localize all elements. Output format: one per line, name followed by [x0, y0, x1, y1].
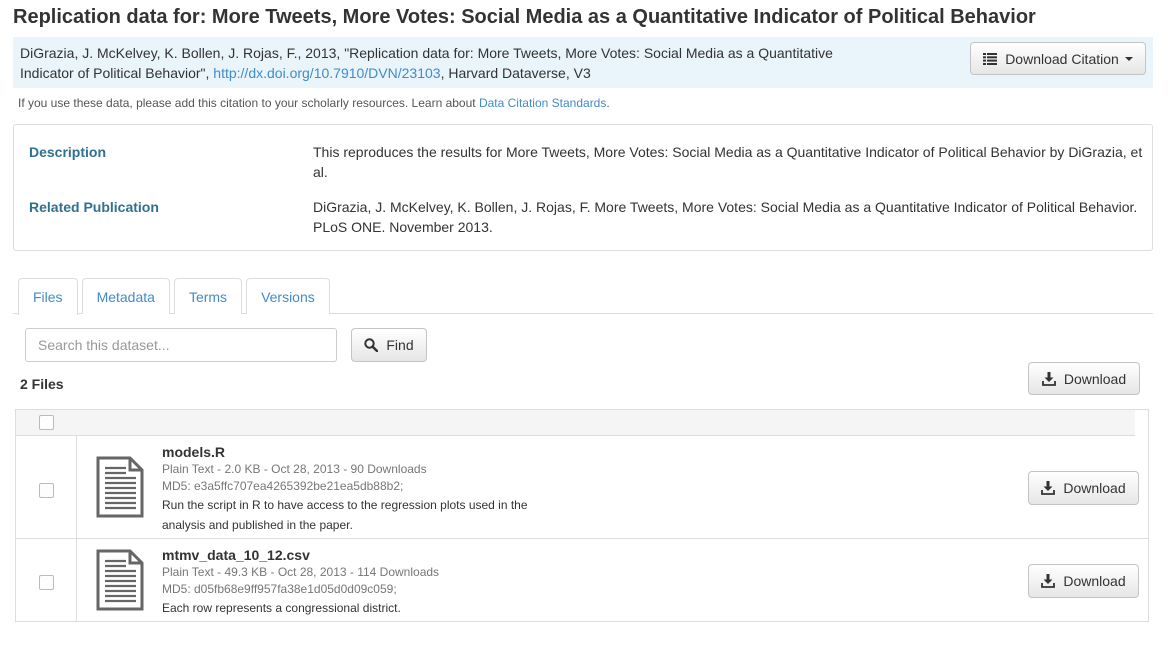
related-publication-label: Related Publication: [29, 199, 159, 215]
description-label: Description: [29, 144, 107, 160]
tab-files[interactable]: Files: [18, 278, 78, 315]
file-md5: MD5: e3a5ffc707ea4265392be21ea5db88b2;: [162, 479, 404, 493]
download-citation-label: Download Citation: [1005, 50, 1119, 67]
file-description: Run the script in R to have access to th…: [162, 498, 528, 532]
data-citation-standards-link[interactable]: Data Citation Standards: [479, 96, 606, 110]
file-name[interactable]: models.R: [162, 444, 225, 460]
file-md5: MD5: d05fb68e9ff957fa38e1d05d0d09c059;: [162, 582, 397, 596]
document-icon: [96, 549, 144, 614]
table-header: [16, 410, 1135, 436]
table-row: mtmv_data_10_12.csv Plain Text - 49.3 KB…: [16, 539, 1148, 622]
file-name[interactable]: mtmv_data_10_12.csv: [162, 547, 310, 563]
tab-versions[interactable]: Versions: [246, 278, 330, 314]
search-dataset-input[interactable]: [25, 328, 337, 362]
citation-note-text: If you use these data, please add this c…: [18, 96, 479, 110]
find-label: Find: [386, 337, 414, 353]
find-button[interactable]: Find: [351, 328, 427, 362]
citation-note: If you use these data, please add this c…: [18, 96, 610, 110]
citation-text-after: , Harvard Dataverse, V3: [440, 65, 591, 81]
file-checkbox[interactable]: [39, 575, 54, 590]
description-value: This reproduces the results for More Twe…: [313, 144, 1143, 180]
files-count: 2 Files: [20, 376, 64, 392]
file-checkbox[interactable]: [39, 483, 54, 498]
page-title: Replication data for: More Tweets, More …: [13, 6, 1036, 28]
document-icon: [96, 456, 144, 521]
download-all-button[interactable]: Download: [1028, 362, 1140, 395]
citation-text: DiGrazia, J. McKelvey, K. Bollen, J. Roj…: [20, 43, 870, 83]
file-metadata: Plain Text - 49.3 KB - Oct 28, 2013 - 11…: [162, 565, 440, 579]
tab-terms[interactable]: Terms: [173, 278, 243, 314]
file-download-button[interactable]: Download: [1028, 564, 1139, 598]
download-icon: [1041, 481, 1056, 495]
search-icon: [364, 338, 379, 352]
files-table: models.R Plain Text - 2.0 KB - Oct 28, 2…: [15, 409, 1149, 622]
file-description: Each row represents a congressional dist…: [162, 601, 401, 615]
file-download-label: Download: [1063, 480, 1126, 496]
file-metadata: Plain Text - 2.0 KB - Oct 28, 2013 - 90 …: [162, 462, 427, 476]
download-icon: [1041, 574, 1056, 588]
caret-down-icon: [1124, 56, 1133, 61]
list-icon: [983, 52, 998, 65]
metadata-summary-panel: Description This reproduces the results …: [13, 124, 1153, 251]
citation-note-end: .: [606, 96, 610, 110]
file-download-label: Download: [1063, 573, 1126, 589]
doi-link[interactable]: http://dx.doi.org/10.7910/DVN/23103: [213, 65, 440, 81]
dataset-tabs: Files Metadata Terms Versions: [18, 278, 334, 315]
table-row: models.R Plain Text - 2.0 KB - Oct 28, 2…: [16, 436, 1148, 539]
select-all-checkbox[interactable]: [39, 415, 54, 430]
tab-metadata[interactable]: Metadata: [81, 278, 170, 314]
related-publication-value: DiGrazia, J. McKelvey, K. Bollen, J. Roj…: [313, 199, 1138, 235]
download-all-label: Download: [1063, 370, 1127, 387]
download-citation-button[interactable]: Download Citation: [970, 42, 1146, 75]
download-icon: [1041, 371, 1056, 386]
file-download-button[interactable]: Download: [1028, 471, 1139, 505]
